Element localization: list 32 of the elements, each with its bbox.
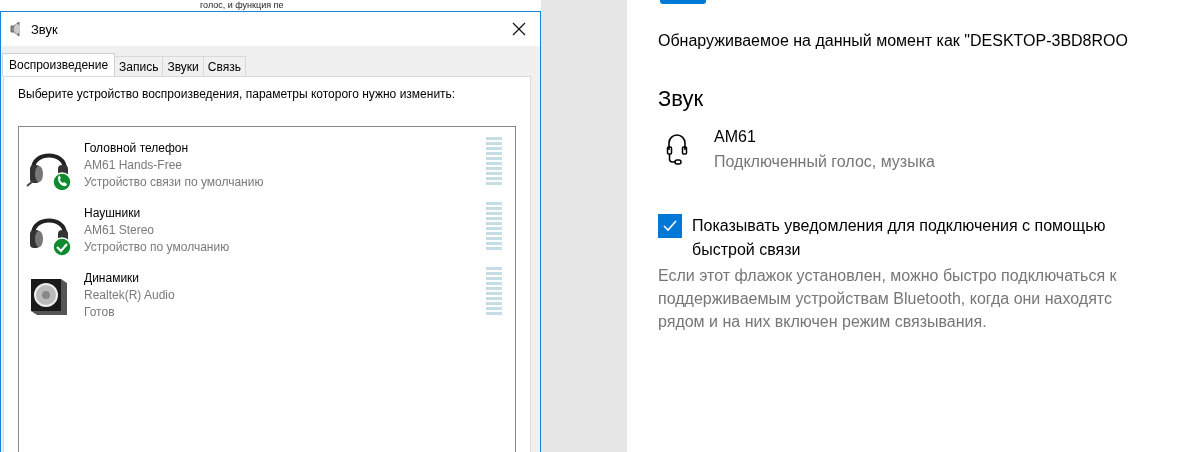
- device-status: Устройство по умолчанию: [84, 239, 231, 256]
- level-meter: [486, 267, 502, 315]
- speaker-icon: [9, 21, 23, 37]
- device-item[interactable]: Наушники AM61 Stereo Устройство по умолчанию: [19, 198, 515, 263]
- device-name: Динамики: [84, 270, 141, 287]
- device-status: Подключенный голос, музыка: [714, 152, 935, 172]
- device-item[interactable]: Головной телефон AM61 Hands-Free Устройство связи по умолчанию: [19, 133, 515, 198]
- instruction-text: Выберите устройство воспроизведения, параметры которого нужно изменить:: [18, 87, 457, 101]
- tab[interactable]: Связь: [202, 56, 246, 76]
- device-status: Готов: [84, 304, 116, 321]
- tab[interactable]: Звуки: [162, 56, 204, 76]
- discoverable-text: Обнаруживаемое на данный момент как "DESKTOP-3BD8ROO: [658, 32, 1129, 50]
- checkbox-label[interactable]: Показывать уведомления для подключения с помощью быстрой связи: [692, 214, 1162, 262]
- level-meter: [486, 202, 502, 250]
- checkbox[interactable]: [658, 214, 682, 238]
- device-name: Наушники: [84, 205, 142, 222]
- device-model: AM61 Hands-Free: [84, 157, 184, 174]
- device-model: AM61 Stereo: [84, 222, 156, 239]
- level-meter: [486, 137, 502, 185]
- device-name: AM61: [714, 127, 757, 147]
- tab[interactable]: Воспроизведение: [2, 53, 116, 76]
- device-model: Realtek(R) Audio: [84, 287, 176, 304]
- device-status: Устройство связи по умолчанию: [84, 174, 265, 191]
- device-item[interactable]: Динамики Realtek(R) Audio Готов: [19, 263, 515, 328]
- device-name: Головной телефон: [84, 140, 190, 157]
- headset-icon: [666, 132, 688, 166]
- close-icon[interactable]: [512, 22, 526, 36]
- toggle-switch[interactable]: [660, 0, 706, 4]
- section-title: Звук: [658, 86, 705, 112]
- description-text: Если этот флажок установлен, можно быстро подключаться к поддерживаемым устройствам Bluetooth, когда они находятс рядом и на них включен режим связывания.: [658, 266, 1118, 332]
- background-text: голос, и функция пе: [200, 0, 285, 11]
- window-title: Звук: [31, 21, 59, 37]
